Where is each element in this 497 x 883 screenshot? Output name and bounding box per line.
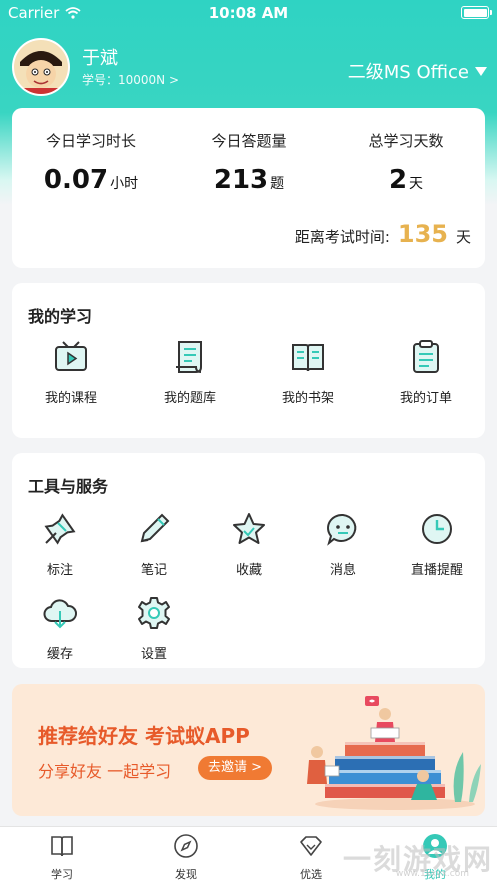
caret-down-icon xyxy=(475,66,487,76)
profile-header: 于斌 学号：10000N > 二级MS Office xyxy=(12,38,487,98)
my-bookshelf-label: 我的书架 xyxy=(281,391,334,406)
order-icon xyxy=(413,340,439,373)
clock-icon xyxy=(422,514,452,544)
avatar-image xyxy=(14,40,68,94)
tab-study[interactable]: 学习 xyxy=(22,833,102,882)
section-title: 我的学习 xyxy=(28,307,93,326)
tab-featured[interactable]: 优选 xyxy=(271,833,351,882)
settings-button[interactable]: 设置 xyxy=(106,595,202,662)
questions-unit: 题 xyxy=(270,176,285,192)
cache-button[interactable]: 缓存 xyxy=(12,595,108,662)
days-value: 2 xyxy=(388,165,408,195)
reading-illustration xyxy=(307,696,481,810)
cloud-download-icon xyxy=(43,599,77,629)
stat-total-days: 总学习天数 2天 xyxy=(327,130,485,195)
exam-selector-label: 二级MS Office xyxy=(347,62,469,83)
student-id-link[interactable]: 学号：10000N > xyxy=(82,71,179,88)
diamond-icon xyxy=(300,836,322,856)
banner-title: 推荐给好友 考试蚁APP xyxy=(38,724,250,748)
stats-card: 今日学习时长 0.07 小时 今日答题量 213 题 总学习天数 2天 距离考试时间… xyxy=(12,108,485,268)
my-orders-button[interactable]: 我的订单 xyxy=(378,339,474,406)
invite-banner[interactable]: 推荐给好友 考试蚁APP 分享好友 一起学习 去邀请 > xyxy=(12,684,485,816)
my-question-bank-button[interactable]: 我的题库 xyxy=(142,339,238,406)
exam-countdown: 距离考试时间: 135 天 xyxy=(295,220,471,248)
question-bank-icon xyxy=(176,341,202,373)
live-reminder-label: 直播提醒 xyxy=(410,563,463,578)
banner-subtitle: 分享好友 一起学习 xyxy=(38,762,172,781)
notes-label: 笔记 xyxy=(140,563,167,578)
tab-study-label: 学习 xyxy=(51,868,73,881)
tab-discover[interactable]: 发现 xyxy=(146,833,226,882)
compass-icon xyxy=(174,834,198,858)
stat-value: 2天 xyxy=(327,165,485,195)
pencil-icon xyxy=(140,513,170,543)
my-study-card: 我的学习 我的课程 我的题库 我的书架 我的订单 xyxy=(12,283,485,438)
my-courses-button[interactable]: 我的课程 xyxy=(23,339,119,406)
pin-icon xyxy=(44,513,76,545)
my-orders-label: 我的订单 xyxy=(399,391,452,406)
battery-icon xyxy=(461,6,492,19)
gear-icon xyxy=(138,597,170,629)
status-bar: Carrier 10:08 AM xyxy=(0,0,497,26)
messages-label: 消息 xyxy=(329,563,356,578)
annotate-label: 标注 xyxy=(46,563,73,578)
study-time-value: 0.07 xyxy=(43,165,109,195)
avatar[interactable] xyxy=(12,38,70,96)
stat-label: 总学习天数 xyxy=(368,132,444,150)
stat-label: 今日答题量 xyxy=(211,132,287,150)
tools-card: 工具与服务 标注 笔记 收藏 消息 直播提醒 缓存 设置 xyxy=(12,453,485,668)
watermark-url: www.1kxyx.com xyxy=(395,869,469,879)
stat-label: 今日学习时长 xyxy=(45,132,136,150)
countdown-value: 135 xyxy=(397,220,448,248)
message-icon xyxy=(327,513,357,546)
stat-value: 0.07 小时 xyxy=(12,165,170,195)
days-unit: 天 xyxy=(409,176,424,192)
my-courses-label: 我的课程 xyxy=(44,391,97,406)
countdown-label: 距离考试时间: xyxy=(294,228,390,246)
favorites-button[interactable]: 收藏 xyxy=(201,511,297,578)
favorites-label: 收藏 xyxy=(235,563,262,578)
messages-button[interactable]: 消息 xyxy=(295,511,391,578)
study-time-unit: 小时 xyxy=(110,176,139,192)
cache-label: 缓存 xyxy=(46,647,73,662)
section-title: 工具与服务 xyxy=(28,477,109,496)
notes-button[interactable]: 笔记 xyxy=(106,511,202,578)
live-reminder-button[interactable]: 直播提醒 xyxy=(389,511,485,578)
clock: 10:08 AM xyxy=(208,4,289,22)
questions-value: 213 xyxy=(213,165,269,195)
invite-button[interactable]: 去邀请 > xyxy=(198,756,273,780)
star-icon xyxy=(233,513,265,544)
my-question-bank-label: 我的题库 xyxy=(163,391,216,406)
tab-discover-label: 发现 xyxy=(175,868,197,881)
stat-value: 213 题 xyxy=(170,165,328,195)
bookshelf-icon xyxy=(292,344,324,372)
countdown-unit: 天 xyxy=(455,228,471,246)
tab-featured-label: 优选 xyxy=(300,868,322,881)
stat-questions: 今日答题量 213 题 xyxy=(170,130,328,195)
settings-label: 设置 xyxy=(140,647,167,662)
user-name: 于斌 xyxy=(82,48,118,69)
exam-selector[interactable]: 二级MS Office xyxy=(348,58,487,84)
annotate-button[interactable]: 标注 xyxy=(12,511,108,578)
book-icon xyxy=(51,836,73,857)
my-bookshelf-button[interactable]: 我的书架 xyxy=(260,339,356,406)
stat-study-time: 今日学习时长 0.07 小时 xyxy=(12,130,170,195)
video-course-icon xyxy=(55,341,87,371)
